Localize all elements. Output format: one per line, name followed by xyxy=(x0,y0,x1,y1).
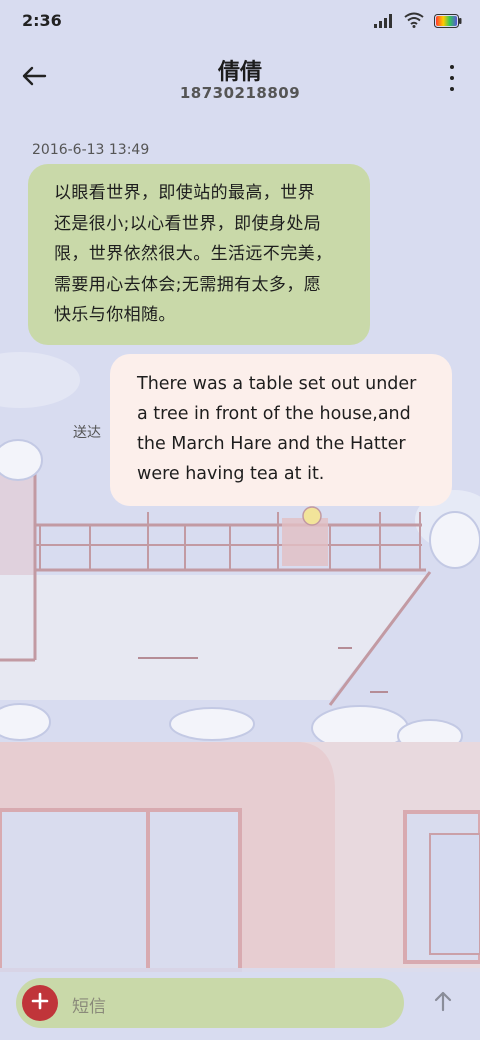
send-button[interactable] xyxy=(428,988,458,1018)
message-line: There was a table set out under xyxy=(137,374,417,394)
contact-phone: 18730218809 xyxy=(179,84,301,102)
attach-button[interactable] xyxy=(22,985,58,1021)
delivery-status: 送达 xyxy=(73,425,101,441)
message-line: the March Hare and the Hatter xyxy=(137,434,406,454)
message-input[interactable]: 短信 xyxy=(16,978,404,1028)
message-line: were having tea at it. xyxy=(137,464,325,484)
message-line: 限，世界依然很大。生活远不完美， xyxy=(54,244,333,264)
sent-message-bubble[interactable]: There was a table set out under a tree i… xyxy=(110,354,452,506)
more-vert-dot xyxy=(450,86,454,91)
message-line: 快乐与你相随。 xyxy=(54,305,176,325)
message-timestamp: 2016-6-13 13:49 xyxy=(32,142,150,158)
more-vert-dot xyxy=(450,75,454,80)
composer-bar: 短信 xyxy=(0,968,480,1040)
conversation-header: 倩倩 18730218809 xyxy=(0,44,480,114)
status-bar: 2:36 xyxy=(0,0,480,44)
signal-icon xyxy=(374,13,394,32)
more-vert-icon xyxy=(450,65,454,70)
send-arrow-icon xyxy=(433,990,453,1016)
message-line: a tree in front of the house,and xyxy=(137,404,411,424)
contact-name: 倩倩 xyxy=(217,60,262,85)
status-time: 2:36 xyxy=(22,11,62,30)
message-line: 以眼看世界，即使站的最高，世界 xyxy=(54,183,315,203)
battery-icon xyxy=(434,13,462,32)
message-line: 需要用心去体会;无需拥有太多，愿 xyxy=(54,274,322,295)
message-line: 还是很小;以心看世界，即使身处局 xyxy=(54,213,322,234)
plus-icon xyxy=(31,992,49,1014)
more-options-button[interactable] xyxy=(444,62,460,94)
wifi-icon xyxy=(404,12,424,32)
message-input-placeholder: 短信 xyxy=(72,997,106,1017)
status-icons xyxy=(374,12,462,32)
received-message-bubble[interactable]: 以眼看世界，即使站的最高，世界 还是很小;以心看世界，即使身处局 限，世界依然很… xyxy=(28,164,370,345)
